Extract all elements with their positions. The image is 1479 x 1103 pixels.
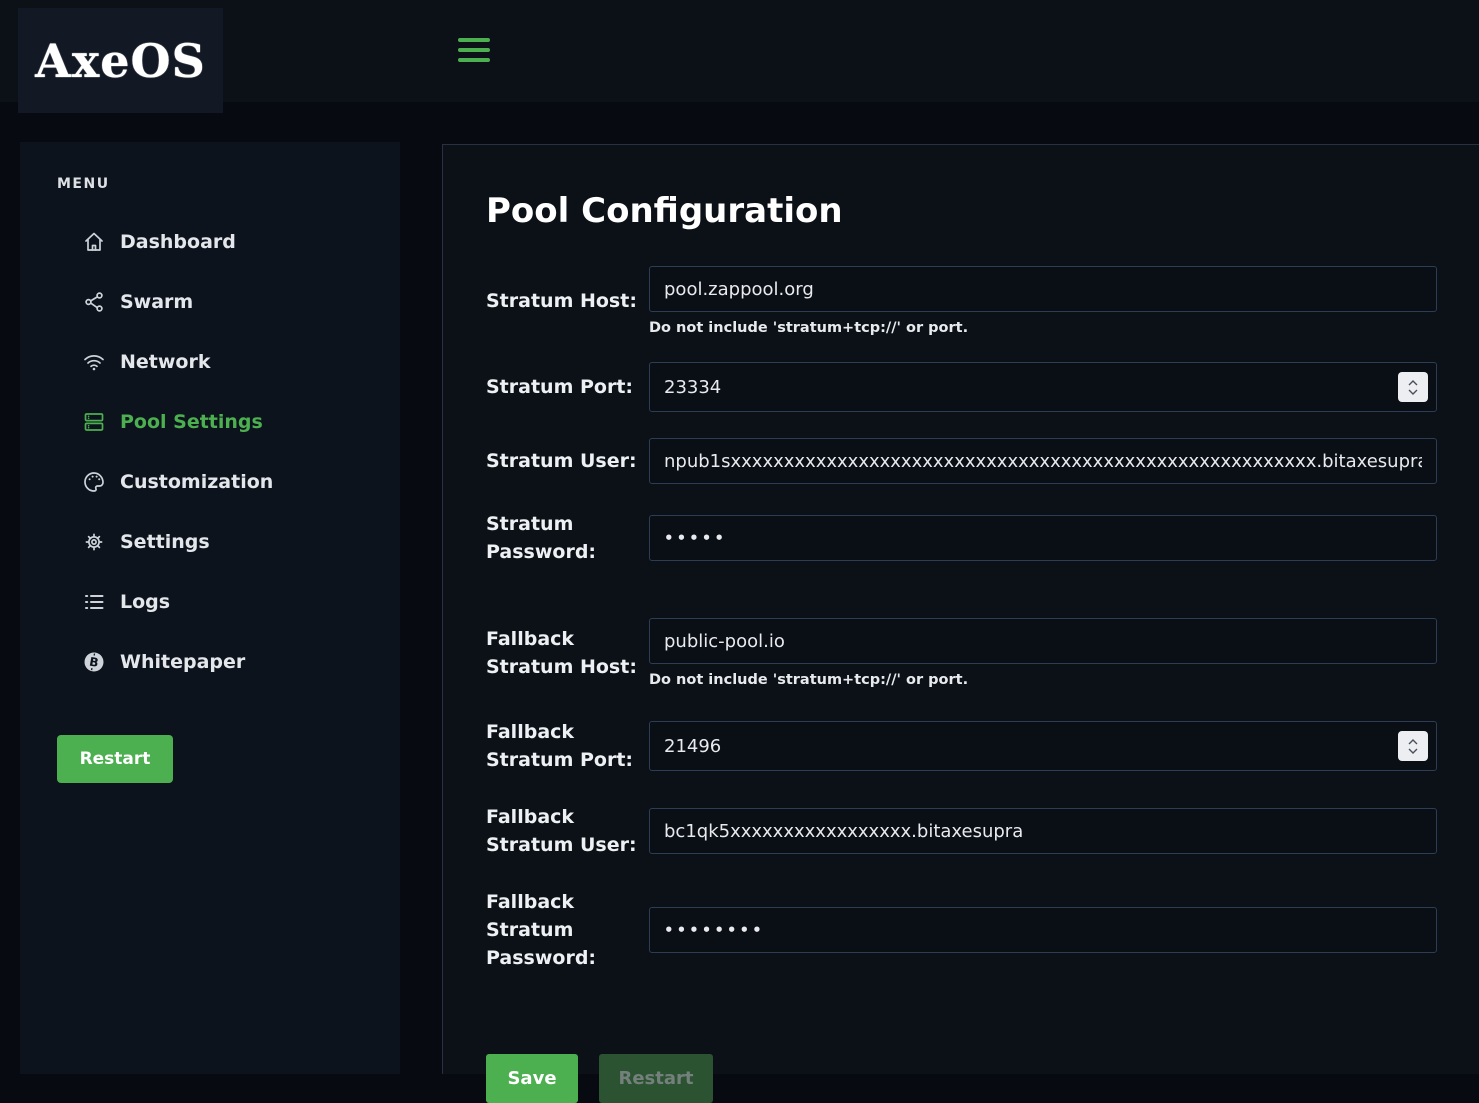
- fallback-stratum-port-input[interactable]: [649, 721, 1437, 771]
- server-icon: [82, 410, 106, 434]
- fallback-stratum-host-hint: Do not include 'stratum+tcp://' or port.: [649, 672, 1437, 688]
- sidebar-restart-button[interactable]: Restart: [57, 735, 173, 783]
- save-button[interactable]: Save: [486, 1054, 578, 1103]
- stratum-password-input[interactable]: [649, 515, 1437, 561]
- page-title: Pool Configuration: [486, 192, 1479, 230]
- fallback-stratum-user-input[interactable]: [649, 808, 1437, 854]
- fallback-stratum-user-label: Fallback Stratum User:: [486, 803, 649, 859]
- pool-config-form: Stratum Host: Do not include 'stratum+tc…: [486, 266, 1437, 1103]
- stratum-user-input[interactable]: [649, 438, 1437, 484]
- logo: AxeOS: [18, 8, 223, 113]
- stratum-user-row: Stratum User:: [486, 438, 1437, 484]
- chevron-down-icon: [1408, 748, 1418, 754]
- sidebar-item-swarm[interactable]: Swarm: [20, 272, 400, 332]
- fallback-stratum-host-label: Fallback Stratum Host:: [486, 625, 649, 681]
- stratum-user-label: Stratum User:: [486, 447, 649, 475]
- fallback-stratum-port-label: Fallback Stratum Port:: [486, 718, 649, 774]
- sidebar-item-label: Network: [120, 351, 210, 373]
- fallback-stratum-port-spinner[interactable]: [1398, 731, 1428, 761]
- sidebar-item-label: Dashboard: [120, 231, 236, 253]
- stratum-port-row: Stratum Port:: [486, 362, 1437, 412]
- stratum-host-hint: Do not include 'stratum+tcp://' or port.: [649, 320, 1437, 336]
- chevron-up-icon: [1408, 739, 1418, 745]
- fallback-stratum-password-row: Fallback Stratum Password:: [486, 888, 1437, 972]
- sidebar-item-settings[interactable]: Settings: [20, 512, 400, 572]
- sidebar-item-label: Whitepaper: [120, 651, 245, 673]
- wifi-icon: [82, 350, 106, 374]
- chevron-down-icon: [1408, 389, 1418, 395]
- stratum-host-input[interactable]: [649, 266, 1437, 312]
- sidebar-item-label: Logs: [120, 591, 170, 613]
- stratum-port-label: Stratum Port:: [486, 373, 649, 401]
- hamburger-bar: [458, 48, 490, 52]
- stratum-password-label: Stratum Password:: [486, 510, 649, 566]
- sidebar-item-whitepaper[interactable]: B Whitepaper: [20, 632, 400, 692]
- fallback-stratum-host-input[interactable]: [649, 618, 1437, 664]
- stratum-host-row: Stratum Host: Do not include 'stratum+tc…: [486, 266, 1437, 336]
- sidebar-item-customization[interactable]: Customization: [20, 452, 400, 512]
- hamburger-bar: [458, 58, 490, 62]
- form-actions: Save Restart: [486, 1054, 1437, 1103]
- main-panel: Pool Configuration Stratum Host: Do not …: [442, 144, 1479, 1074]
- stratum-port-input[interactable]: [649, 362, 1437, 412]
- sidebar-item-pool-settings[interactable]: Pool Settings: [20, 392, 400, 452]
- sidebar-item-label: Settings: [120, 531, 210, 553]
- stratum-host-label: Stratum Host:: [486, 287, 649, 315]
- gear-icon: [82, 530, 106, 554]
- fallback-stratum-user-row: Fallback Stratum User:: [486, 803, 1437, 859]
- logo-text: AxeOS: [35, 34, 206, 88]
- bitcoin-icon: B: [82, 650, 106, 674]
- sidebar-item-label: Pool Settings: [120, 411, 263, 433]
- sidebar-item-label: Customization: [120, 471, 273, 493]
- sidebar-item-label: Swarm: [120, 291, 193, 313]
- fallback-stratum-host-row: Fallback Stratum Host: Do not include 's…: [486, 618, 1437, 688]
- hamburger-icon[interactable]: [458, 38, 490, 64]
- palette-icon: [82, 470, 106, 494]
- menu-section-label: MENU: [57, 176, 400, 192]
- restart-button[interactable]: Restart: [599, 1054, 713, 1103]
- hamburger-bar: [458, 38, 490, 42]
- share-icon: [82, 290, 106, 314]
- sidebar-item-logs[interactable]: Logs: [20, 572, 400, 632]
- fallback-stratum-password-label: Fallback Stratum Password:: [486, 888, 649, 972]
- stratum-port-spinner[interactable]: [1398, 372, 1428, 402]
- fallback-stratum-port-row: Fallback Stratum Port:: [486, 718, 1437, 774]
- sidebar-item-dashboard[interactable]: Dashboard: [20, 212, 400, 272]
- sidebar-item-network[interactable]: Network: [20, 332, 400, 392]
- stratum-password-row: Stratum Password:: [486, 510, 1437, 566]
- fallback-stratum-password-input[interactable]: [649, 907, 1437, 953]
- chevron-up-icon: [1408, 380, 1418, 386]
- sidebar: MENU Dashboard Swarm: [20, 142, 400, 1074]
- home-icon: [82, 230, 106, 254]
- list-icon: [82, 590, 106, 614]
- sidebar-nav: Dashboard Swarm Network: [20, 212, 400, 692]
